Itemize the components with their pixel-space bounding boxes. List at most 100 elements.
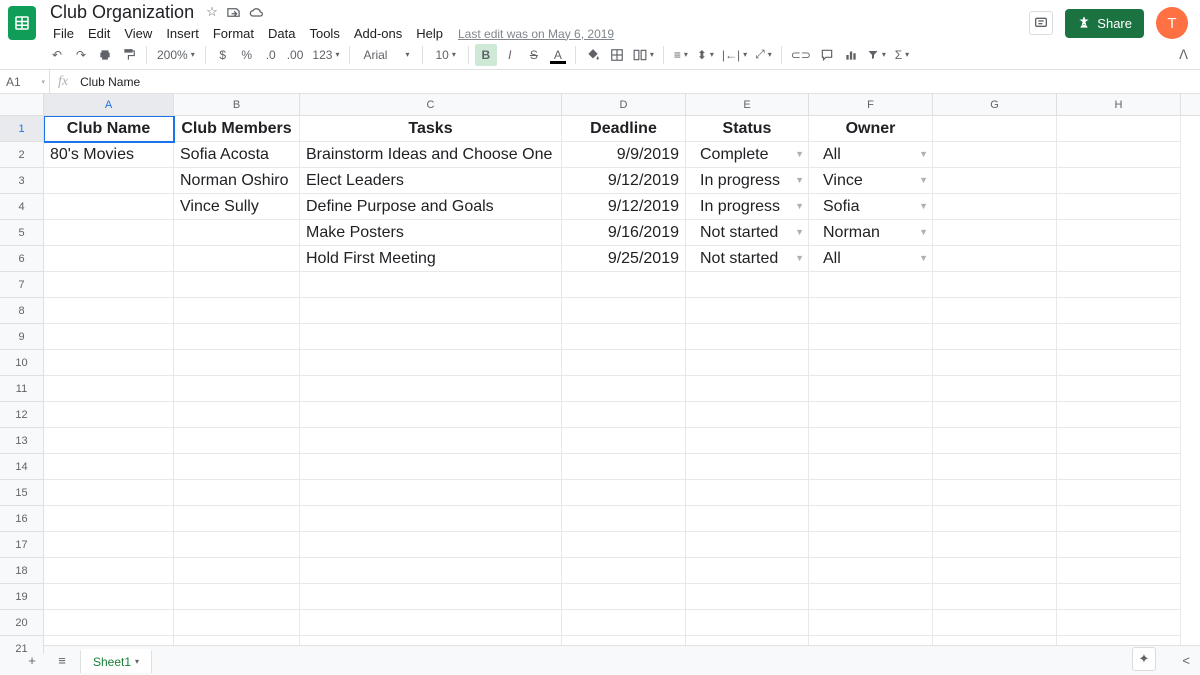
cell-F8[interactable] — [809, 298, 933, 324]
cell-A13[interactable] — [44, 428, 174, 454]
fillcolor-button[interactable] — [582, 44, 604, 66]
moreformats-dropdown[interactable]: 123 — [308, 44, 343, 66]
cell-C2[interactable]: Brainstorm Ideas and Choose One — [300, 142, 562, 168]
cell-C10[interactable] — [300, 350, 562, 376]
cell-F14[interactable] — [809, 454, 933, 480]
dropdown-arrow-icon[interactable]: ▼ — [919, 150, 928, 159]
dropdown-arrow-icon[interactable]: ▼ — [795, 254, 804, 263]
formula-input[interactable]: Club Name — [76, 75, 144, 89]
cell-B16[interactable] — [174, 506, 300, 532]
cell-D5[interactable]: 9/16/2019 — [562, 220, 686, 246]
all-sheets-button[interactable]: ≡ — [50, 649, 74, 673]
cell-F19[interactable] — [809, 584, 933, 610]
cell-F7[interactable] — [809, 272, 933, 298]
cell-H13[interactable] — [1057, 428, 1181, 454]
cell-E12[interactable] — [686, 402, 809, 428]
star-icon[interactable]: ☆ — [206, 4, 218, 20]
doc-title[interactable]: Club Organization — [46, 1, 198, 24]
cell-B15[interactable] — [174, 480, 300, 506]
row-header-21[interactable]: 21 — [0, 636, 44, 654]
menu-add-ons[interactable]: Add-ons — [347, 24, 409, 43]
cell-E11[interactable] — [686, 376, 809, 402]
cell-C17[interactable] — [300, 532, 562, 558]
cell-F9[interactable] — [809, 324, 933, 350]
cell-A19[interactable] — [44, 584, 174, 610]
cell-C9[interactable] — [300, 324, 562, 350]
decimal-inc-button[interactable]: .00 — [284, 44, 307, 66]
cell-F20[interactable] — [809, 610, 933, 636]
decimal-dec-button[interactable]: .0 — [260, 44, 282, 66]
cell-B12[interactable] — [174, 402, 300, 428]
cell-G17[interactable] — [933, 532, 1057, 558]
functions-dropdown[interactable]: Σ — [891, 44, 913, 66]
row-header-17[interactable]: 17 — [0, 532, 44, 558]
cell-F1[interactable]: Owner — [809, 116, 933, 142]
row-header-15[interactable]: 15 — [0, 480, 44, 506]
cell-G19[interactable] — [933, 584, 1057, 610]
sheets-logo[interactable] — [8, 6, 36, 40]
bold-button[interactable]: B — [475, 44, 497, 66]
cell-F16[interactable] — [809, 506, 933, 532]
cell-E2[interactable]: Complete▼ — [686, 142, 809, 168]
cell-C19[interactable] — [300, 584, 562, 610]
cell-G4[interactable] — [933, 194, 1057, 220]
col-header-H[interactable]: H — [1057, 94, 1181, 115]
cell-E10[interactable] — [686, 350, 809, 376]
collapse-toolbar-icon[interactable]: ᐱ — [1179, 47, 1188, 63]
cell-H4[interactable] — [1057, 194, 1181, 220]
cell-G13[interactable] — [933, 428, 1057, 454]
menu-format[interactable]: Format — [206, 24, 261, 43]
cell-A12[interactable] — [44, 402, 174, 428]
halign-dropdown[interactable]: ≡ — [670, 44, 692, 66]
dropdown-arrow-icon[interactable]: ▼ — [919, 254, 928, 263]
chart-button[interactable] — [840, 44, 862, 66]
cell-H14[interactable] — [1057, 454, 1181, 480]
cell-D10[interactable] — [562, 350, 686, 376]
cell-D3[interactable]: 9/12/2019 — [562, 168, 686, 194]
cell-D14[interactable] — [562, 454, 686, 480]
row-header-2[interactable]: 2 — [0, 142, 44, 168]
row-header-11[interactable]: 11 — [0, 376, 44, 402]
cell-E3[interactable]: In progress▼ — [686, 168, 809, 194]
dropdown-arrow-icon[interactable]: ▼ — [795, 150, 804, 159]
cell-G16[interactable] — [933, 506, 1057, 532]
row-header-16[interactable]: 16 — [0, 506, 44, 532]
valign-dropdown[interactable]: ⬍ — [694, 44, 717, 66]
rotate-dropdown[interactable]: ⤢ — [752, 44, 775, 66]
cell-D19[interactable] — [562, 584, 686, 610]
cell-G11[interactable] — [933, 376, 1057, 402]
move-icon[interactable] — [226, 5, 241, 20]
row-header-13[interactable]: 13 — [0, 428, 44, 454]
cell-C16[interactable] — [300, 506, 562, 532]
cell-A2[interactable]: 80's Movies — [44, 142, 174, 168]
cell-F13[interactable] — [809, 428, 933, 454]
cell-A7[interactable] — [44, 272, 174, 298]
row-header-7[interactable]: 7 — [0, 272, 44, 298]
cell-H9[interactable] — [1057, 324, 1181, 350]
cell-B6[interactable] — [174, 246, 300, 272]
cell-A20[interactable] — [44, 610, 174, 636]
col-header-G[interactable]: G — [933, 94, 1057, 115]
cell-C13[interactable] — [300, 428, 562, 454]
row-header-4[interactable]: 4 — [0, 194, 44, 220]
cell-F10[interactable] — [809, 350, 933, 376]
dropdown-arrow-icon[interactable]: ▼ — [919, 176, 928, 185]
cell-G7[interactable] — [933, 272, 1057, 298]
row-header-3[interactable]: 3 — [0, 168, 44, 194]
cell-B9[interactable] — [174, 324, 300, 350]
cell-E20[interactable] — [686, 610, 809, 636]
cell-D8[interactable] — [562, 298, 686, 324]
share-button[interactable]: Share — [1065, 9, 1144, 38]
cell-H12[interactable] — [1057, 402, 1181, 428]
redo-button[interactable]: ↷ — [70, 44, 92, 66]
borders-button[interactable] — [606, 44, 628, 66]
cell-B3[interactable]: Norman Oshiro — [174, 168, 300, 194]
cell-B10[interactable] — [174, 350, 300, 376]
cell-C14[interactable] — [300, 454, 562, 480]
filter-dropdown[interactable] — [864, 44, 889, 66]
row-header-9[interactable]: 9 — [0, 324, 44, 350]
cell-C18[interactable] — [300, 558, 562, 584]
cell-E4[interactable]: In progress▼ — [686, 194, 809, 220]
cell-D18[interactable] — [562, 558, 686, 584]
account-avatar[interactable]: T — [1156, 7, 1188, 39]
